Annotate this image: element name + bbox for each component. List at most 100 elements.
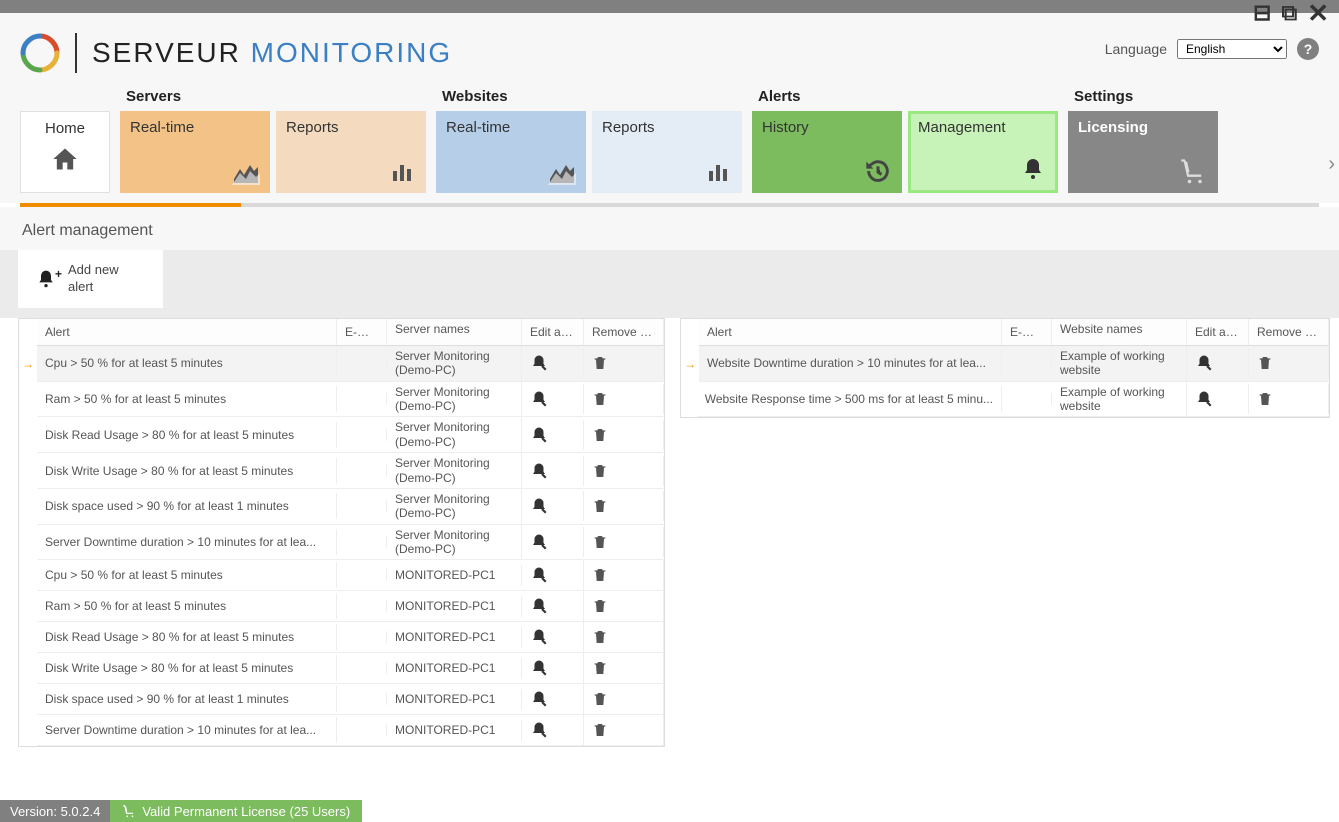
tab-licensing[interactable]: Licensing — [1068, 111, 1218, 193]
edit-alert-icon[interactable] — [530, 462, 575, 480]
cell-email — [337, 465, 387, 477]
home-icon — [51, 145, 79, 173]
maximize-icon[interactable]: ⧉ — [1281, 2, 1297, 24]
website-alerts-table: Alert E-mail Website names Edit alert Re… — [680, 318, 1330, 419]
col-server[interactable]: Server names — [387, 319, 522, 345]
edit-alert-icon[interactable] — [1195, 354, 1240, 372]
edit-alert-icon[interactable] — [530, 690, 575, 708]
remove-alert-icon[interactable] — [592, 659, 655, 677]
tab-management[interactable]: Management — [908, 111, 1058, 193]
col-alert[interactable]: Alert — [699, 319, 1002, 345]
table-row[interactable]: Website Response time > 500 ms for at le… — [697, 382, 1329, 418]
cell-alert: Ram > 50 % for at least 5 minutes — [37, 386, 337, 412]
table-row[interactable]: Server Downtime duration > 10 minutes fo… — [37, 525, 664, 561]
table-row[interactable]: Disk Read Usage > 80 % for at least 5 mi… — [37, 417, 664, 453]
language-label: Language — [1105, 41, 1167, 57]
nav: .HomeServersReal-timeReportsWebsitesReal… — [0, 83, 1339, 203]
cell-names: Server Monitoring (Demo-PC) — [387, 382, 522, 417]
remove-alert-icon[interactable] — [592, 497, 655, 515]
bars-icon — [388, 161, 416, 185]
app-logo-icon — [20, 33, 60, 73]
table-row[interactable]: Disk space used > 90 % for at least 1 mi… — [37, 489, 664, 525]
tab-reports[interactable]: Reports — [276, 111, 426, 193]
remove-alert-icon[interactable] — [592, 462, 655, 480]
col-website[interactable]: Website names — [1052, 319, 1187, 345]
edit-alert-icon[interactable] — [530, 390, 575, 408]
col-email[interactable]: E-mail — [337, 319, 387, 345]
remove-alert-icon[interactable] — [592, 390, 655, 408]
tab-history[interactable]: History — [752, 111, 902, 193]
cell-email — [1002, 393, 1052, 405]
edit-alert-icon[interactable] — [530, 497, 575, 515]
table-row[interactable]: Server Downtime duration > 10 minutes fo… — [37, 715, 664, 746]
col-email[interactable]: E-mail — [1002, 319, 1052, 345]
chart-broken-icon — [548, 161, 576, 185]
help-icon[interactable]: ? — [1297, 38, 1319, 60]
edit-alert-icon[interactable] — [530, 533, 575, 551]
app-title: SERVEUR MONITORING — [92, 37, 452, 69]
cell-alert: Ram > 50 % for at least 5 minutes — [37, 593, 337, 619]
col-edit[interactable]: Edit alert — [1187, 319, 1249, 345]
table-row[interactable]: Ram > 50 % for at least 5 minutes Server … — [37, 382, 664, 418]
edit-alert-icon[interactable] — [530, 721, 575, 739]
bell-plus-icon: + — [36, 269, 56, 289]
col-remove[interactable]: Remove alert — [584, 319, 664, 345]
remove-alert-icon[interactable] — [592, 533, 655, 551]
edit-alert-icon[interactable] — [530, 426, 575, 444]
col-remove[interactable]: Remove alert — [1249, 319, 1329, 345]
remove-alert-icon[interactable] — [592, 721, 655, 739]
cell-names: MONITORED-PC1 — [387, 627, 522, 647]
table-row[interactable]: Ram > 50 % for at least 5 minutesMONITOR… — [37, 591, 664, 622]
table-row[interactable]: Website Downtime duration > 10 minutes f… — [699, 346, 1329, 382]
cart-icon — [1178, 157, 1208, 185]
table-row[interactable]: Disk space used > 90 % for at least 1 mi… — [37, 684, 664, 715]
minimize-icon[interactable]: ⊟ — [1253, 2, 1271, 24]
tab-real-time[interactable]: Real-time — [436, 111, 586, 193]
table-row[interactable]: Disk Write Usage > 80 % for at least 5 m… — [37, 453, 664, 489]
cell-email — [337, 662, 387, 674]
row-indicator — [19, 591, 37, 622]
remove-alert-icon[interactable] — [592, 354, 655, 372]
remove-alert-icon[interactable] — [592, 566, 655, 584]
cell-names: Example of working website — [1052, 382, 1187, 417]
remove-alert-icon[interactable] — [592, 628, 655, 646]
remove-alert-icon[interactable] — [592, 597, 655, 615]
cell-names: Server Monitoring (Demo-PC) — [387, 417, 522, 452]
remove-alert-icon[interactable] — [1257, 390, 1320, 408]
tab-home[interactable]: Home — [20, 111, 110, 193]
edit-alert-icon[interactable] — [530, 628, 575, 646]
nav-scroll-right-icon[interactable]: › — [1328, 153, 1335, 176]
edit-alert-icon[interactable] — [530, 597, 575, 615]
cell-names: MONITORED-PC1 — [387, 565, 522, 585]
language-select[interactable]: English — [1177, 39, 1287, 59]
cell-names: Server Monitoring (Demo-PC) — [387, 525, 522, 560]
row-indicator — [19, 489, 37, 525]
group-label: Websites — [436, 83, 742, 111]
col-alert[interactable]: Alert — [37, 319, 337, 345]
row-indicator — [19, 622, 37, 653]
remove-alert-icon[interactable] — [592, 426, 655, 444]
remove-alert-icon[interactable] — [1257, 354, 1320, 372]
cell-names: Server Monitoring (Demo-PC) — [387, 489, 522, 524]
table-row[interactable]: Cpu > 50 % for at least 5 minutesMONITOR… — [37, 560, 664, 591]
edit-alert-icon[interactable] — [530, 659, 575, 677]
cell-email — [1002, 357, 1052, 369]
tab-reports[interactable]: Reports — [592, 111, 742, 193]
cell-alert: Disk Write Usage > 80 % for at least 5 m… — [37, 458, 337, 484]
table-row[interactable]: Disk Write Usage > 80 % for at least 5 m… — [37, 653, 664, 684]
edit-alert-icon[interactable] — [530, 566, 575, 584]
row-indicator — [19, 653, 37, 684]
table-row[interactable]: Disk Read Usage > 80 % for at least 5 mi… — [37, 622, 664, 653]
tab-real-time[interactable]: Real-time — [120, 111, 270, 193]
row-indicator: → — [681, 346, 699, 382]
close-icon[interactable]: ✕ — [1307, 0, 1329, 26]
cell-email — [337, 724, 387, 736]
main: Alert E-mail Server names Edit alert Rem… — [0, 318, 1339, 748]
table-row[interactable]: Cpu > 50 % for at least 5 minutesServer … — [37, 346, 664, 382]
cell-alert: Server Downtime duration > 10 minutes fo… — [37, 529, 337, 555]
col-edit[interactable]: Edit alert — [522, 319, 584, 345]
edit-alert-icon[interactable] — [1195, 390, 1240, 408]
add-alert-button[interactable]: + Add new alert — [18, 250, 163, 308]
remove-alert-icon[interactable] — [592, 690, 655, 708]
edit-alert-icon[interactable] — [530, 354, 575, 372]
